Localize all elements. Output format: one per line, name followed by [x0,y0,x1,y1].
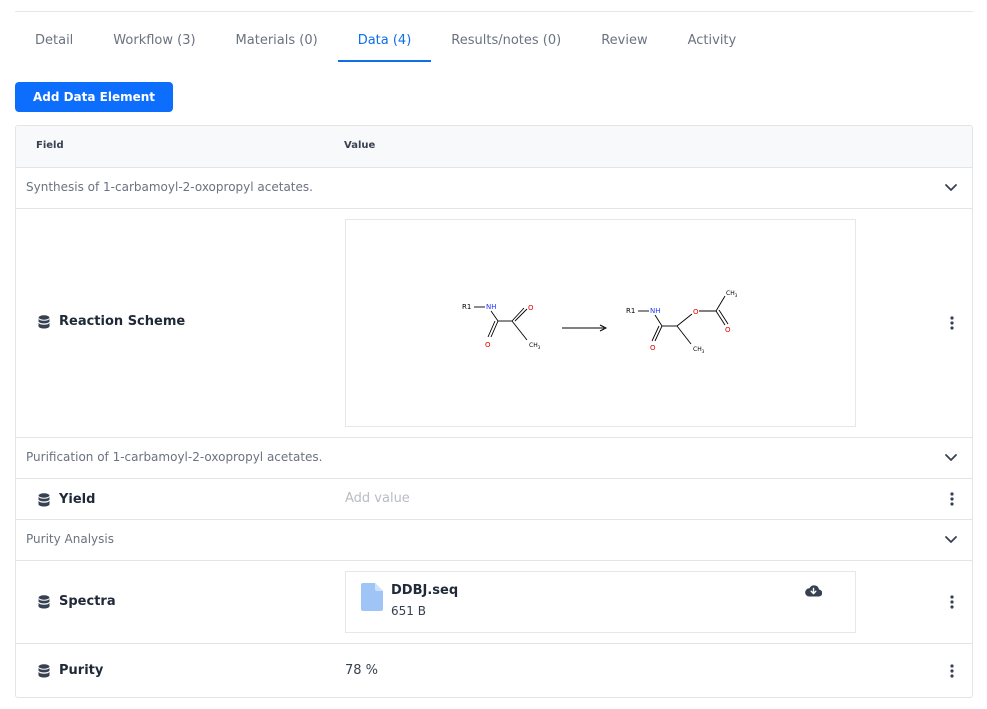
reaction-scheme-image: R1 NH O O CH3 R1 NH O CH3 O O CH3 [345,219,856,427]
file-name[interactable]: DDBJ.seq [391,583,458,598]
add-data-element-button[interactable]: Add Data Element [15,82,173,112]
tab-bar: Detail Workflow (3) Materials (0) Data (… [15,24,756,62]
atom-label: CH3 [529,342,541,350]
table-row-reaction-scheme: Reaction Scheme R1 NH O O CH3 R1 NH O CH… [16,209,972,438]
database-icon [38,594,50,608]
reaction-structure-drawing: R1 NH O O CH3 R1 NH O CH3 O O CH3 [462,290,738,354]
table-row-purity: Purity 78 % [16,644,972,697]
section-title: Purity Analysis [26,532,114,546]
table-header: Field Value [16,126,972,168]
tab-materials[interactable]: Materials (0) [216,24,338,62]
atom-label: R1 [462,303,471,311]
section-purity-analysis[interactable]: Purity Analysis [16,520,972,561]
header-value: Value [344,140,376,151]
chevron-down-icon[interactable] [944,532,958,546]
data-table: Field Value Synthesis of 1-carbamoyl-2-o… [15,125,973,698]
atom-label: O [725,326,731,334]
tab-data[interactable]: Data (4) [337,24,432,62]
kebab-menu-icon[interactable] [950,664,954,678]
atom-label: O [650,344,656,352]
field-spectra: Spectra [38,594,116,609]
tab-detail[interactable]: Detail [15,24,93,62]
atom-label: O [693,308,699,316]
field-yield: Yield [38,492,95,507]
atom-label: O [485,341,491,349]
field-label: Reaction Scheme [59,314,186,329]
database-icon [38,492,50,506]
field-label: Yield [59,492,96,507]
atom-label: CH3 [726,290,738,298]
field-reaction-scheme: Reaction Scheme [38,314,185,329]
kebab-menu-icon[interactable] [950,316,954,330]
tab-activity[interactable]: Activity [668,24,757,62]
atom-label: NH [650,307,661,315]
file-size: 651 B [391,604,426,618]
field-purity: Purity [38,663,103,678]
table-row-spectra: Spectra DDBJ.seq 651 B [16,561,972,644]
file-attachment[interactable]: DDBJ.seq 651 B [345,571,856,633]
header-field: Field [36,140,64,151]
tab-results-notes[interactable]: Results/notes (0) [431,24,581,62]
atom-label: R1 [626,307,635,315]
purity-value[interactable]: 78 % [345,663,378,678]
chevron-down-icon[interactable] [944,450,958,464]
kebab-menu-icon[interactable] [950,492,954,506]
tab-workflow[interactable]: Workflow (3) [93,24,215,62]
atom-label: CH3 [693,346,705,354]
section-title: Purification of 1-carbamoyl-2-oxopropyl … [26,450,323,464]
file-icon [361,583,383,611]
section-synthesis[interactable]: Synthesis of 1-carbamoyl-2-oxopropyl ace… [16,168,972,209]
chevron-down-icon[interactable] [944,180,958,194]
field-label: Purity [59,663,104,678]
kebab-menu-icon[interactable] [950,595,954,609]
tab-review[interactable]: Review [581,24,667,62]
yield-value-input[interactable]: Add value [345,491,410,506]
cloud-download-icon[interactable] [805,584,822,598]
database-icon [38,314,50,328]
database-icon [38,663,50,677]
atom-label: NH [486,303,497,311]
field-label: Spectra [59,594,116,609]
table-row-yield: Yield Add value [16,479,972,520]
atom-label: O [528,304,534,312]
section-title: Synthesis of 1-carbamoyl-2-oxopropyl ace… [26,180,313,194]
top-divider [15,11,973,12]
section-purification[interactable]: Purification of 1-carbamoyl-2-oxopropyl … [16,438,972,479]
